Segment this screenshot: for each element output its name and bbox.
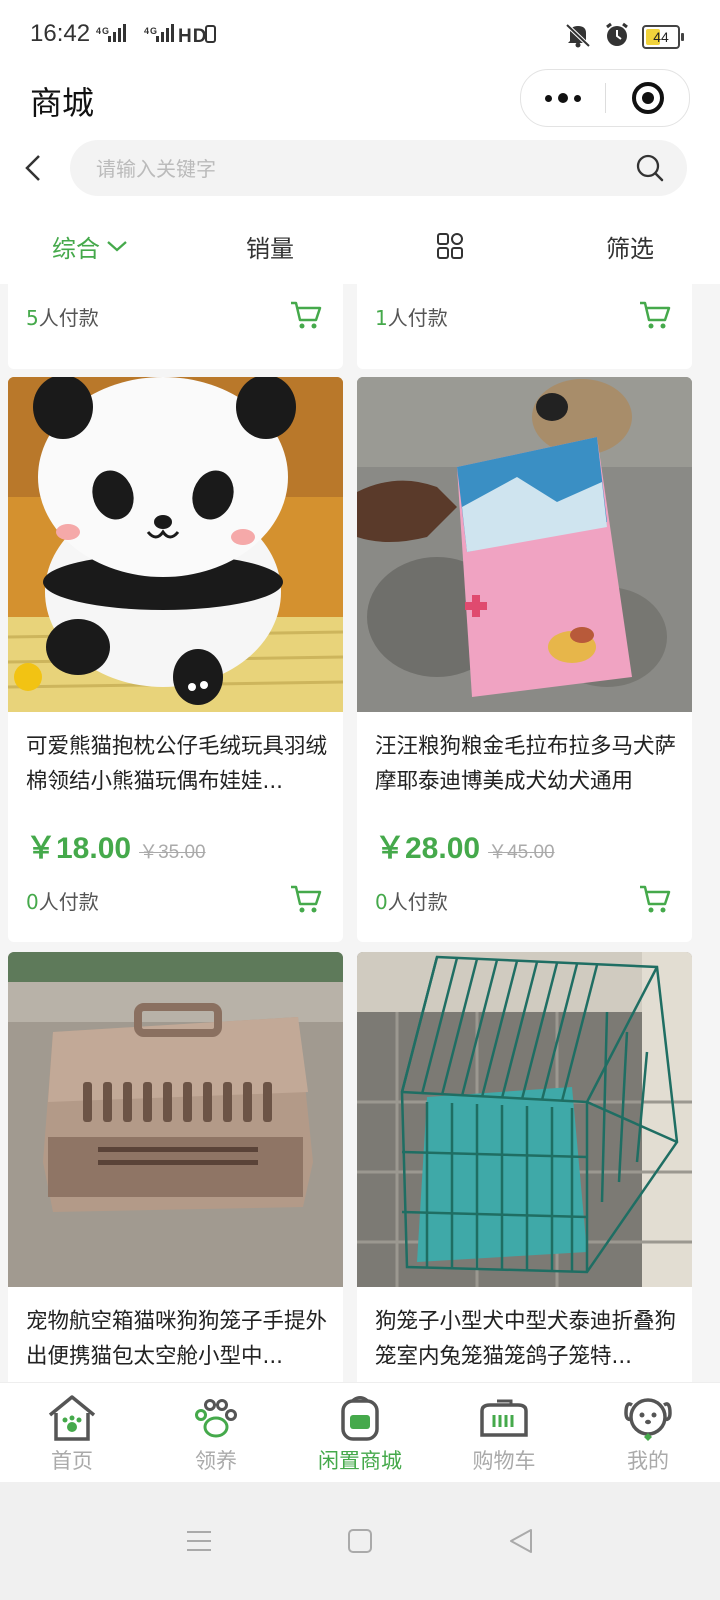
- more-menu-button[interactable]: [521, 93, 605, 103]
- product-price: ￥18.00: [26, 832, 132, 865]
- tab-label: 闲置商城: [318, 1449, 402, 1473]
- system-nav-bar: [0, 1482, 720, 1600]
- backpack-icon: [341, 1396, 379, 1441]
- product-card[interactable]: 5人付款: [8, 284, 343, 369]
- search-icon[interactable]: [635, 153, 665, 187]
- product-name: 宠物航空箱猫咪狗狗笼子手提外出便携猫包太空舱小型中...: [26, 1309, 328, 1369]
- product-card[interactable]: 可爱熊猫抱枕公仔毛绒玩具羽绒棉领结小熊猫玩偶布娃娃... ￥18.00 ￥35.…: [8, 377, 343, 942]
- product-image[interactable]: [357, 377, 692, 712]
- back-button[interactable]: [18, 148, 48, 188]
- product-image[interactable]: [8, 952, 343, 1287]
- sort-bar: 综合 销量 筛选: [0, 208, 720, 284]
- grid-view-toggle[interactable]: [360, 208, 540, 284]
- paw-icon: [195, 1399, 237, 1438]
- status-time: 16:42: [30, 20, 91, 47]
- page-title: 商城: [30, 84, 95, 122]
- search-bar[interactable]: [70, 140, 687, 198]
- product-name: 汪汪粮狗粮金毛拉布拉多马犬萨摩耶泰迪博美成犬幼犬通用: [375, 734, 677, 794]
- original-price: ￥35.00: [139, 842, 206, 863]
- product-card[interactable]: 宠物航空箱猫咪狗狗笼子手提外出便携猫包太空舱小型中...: [8, 952, 343, 1382]
- product-card[interactable]: 狗笼子小型犬中型犬泰迪折叠狗笼室内兔笼猫笼鸽子笼特...: [357, 952, 692, 1382]
- home-icon: [48, 1395, 96, 1441]
- sort-tab-label: 综合: [52, 234, 100, 263]
- home-square-icon[interactable]: [347, 1528, 373, 1554]
- network-indicator: 4G 4G HD: [96, 22, 218, 54]
- mini-program-capsule: [520, 69, 690, 127]
- sort-tab-comprehensive[interactable]: 综合: [0, 208, 180, 284]
- product-card[interactable]: 汪汪粮狗粮金毛拉布拉多马犬萨摩耶泰迪博美成犬幼犬通用 ￥28.00 ￥45.00…: [357, 377, 692, 942]
- svg-text:HD: HD: [178, 26, 207, 47]
- product-grid: 5人付款 1人付款 可爱熊猫抱枕公仔毛绒玩具羽绒棉领结小熊猫玩偶布娃娃... ￥…: [0, 284, 720, 1382]
- battery-icon: 44: [642, 25, 684, 49]
- paid-count: 1人付款: [375, 306, 448, 330]
- mute-icon: [564, 22, 592, 52]
- paid-count: 0人付款: [375, 890, 448, 914]
- sort-tab-label: 筛选: [606, 234, 654, 263]
- app-header: 商城: [0, 68, 720, 132]
- add-to-cart-icon[interactable]: [289, 882, 323, 916]
- tab-label: 购物车: [472, 1449, 536, 1473]
- status-bar: 16:42 4G 4G HD 44: [0, 0, 720, 68]
- tab-mine[interactable]: 我的: [576, 1383, 720, 1483]
- tab-market[interactable]: 闲置商城: [288, 1383, 432, 1483]
- product-name: 可爱熊猫抱枕公仔毛绒玩具羽绒棉领结小熊猫玩偶布娃娃...: [26, 734, 328, 794]
- product-price: ￥28.00: [375, 832, 481, 865]
- add-to-cart-icon[interactable]: [638, 882, 672, 916]
- product-image[interactable]: [357, 952, 692, 1287]
- back-triangle-icon[interactable]: [508, 1528, 534, 1554]
- bottom-tab-bar: 首页 领养 闲置商城 购物车 我的: [0, 1382, 720, 1483]
- target-icon: [631, 82, 664, 114]
- svg-text:4G: 4G: [144, 26, 158, 36]
- sort-tab-sales[interactable]: 销量: [180, 208, 360, 284]
- tab-cart[interactable]: 购物车: [432, 1383, 576, 1483]
- tab-label: 首页: [51, 1449, 93, 1473]
- paid-count: 5人付款: [26, 306, 99, 330]
- add-to-cart-icon[interactable]: [638, 298, 672, 332]
- menu-icon[interactable]: [186, 1529, 212, 1553]
- product-name: 狗笼子小型犬中型犬泰迪折叠狗笼室内兔笼猫笼鸽子笼特...: [375, 1309, 677, 1369]
- pet-carrier-icon: [480, 1399, 528, 1437]
- dog-face-icon: [624, 1398, 672, 1441]
- close-target-button[interactable]: [606, 81, 689, 115]
- original-price: ￥45.00: [488, 842, 555, 863]
- tab-home[interactable]: 首页: [0, 1383, 144, 1483]
- sort-tab-filter[interactable]: 筛选: [540, 208, 720, 284]
- sort-tab-label: 销量: [246, 234, 294, 263]
- search-row: [0, 132, 720, 208]
- grid-view-icon: [437, 233, 463, 259]
- chevron-left-icon: [25, 155, 40, 181]
- svg-text:4G: 4G: [96, 26, 110, 36]
- add-to-cart-icon[interactable]: [289, 298, 323, 332]
- search-input[interactable]: [94, 140, 618, 198]
- paid-count: 0人付款: [26, 890, 99, 914]
- chevron-down-icon: [107, 241, 127, 252]
- product-image[interactable]: [8, 377, 343, 712]
- tab-adopt[interactable]: 领养: [144, 1383, 288, 1483]
- product-card[interactable]: 1人付款: [357, 284, 692, 369]
- tab-label: 我的: [627, 1449, 669, 1473]
- tab-label: 领养: [195, 1449, 237, 1473]
- alarm-icon: [604, 22, 630, 52]
